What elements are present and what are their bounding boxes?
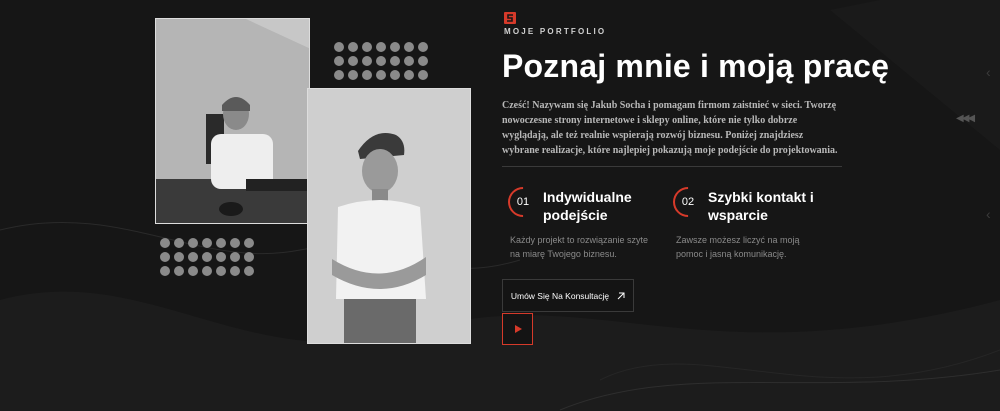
decorative-dot-grid-bottom <box>160 238 254 276</box>
arrow-up-right-icon <box>617 292 625 299</box>
decorative-chevron-icon: ‹ <box>986 64 991 80</box>
divider <box>502 166 842 167</box>
portfolio-photo-desk <box>155 18 310 224</box>
s-logo-icon <box>504 12 516 24</box>
play-icon <box>514 325 522 333</box>
decorative-dot-grid-top <box>334 42 428 80</box>
feature-title-line: wsparcie <box>708 207 768 223</box>
section-eyebrow: MOJE PORTFOLIO <box>504 27 607 36</box>
feature-title: Indywidualne podejście <box>543 188 632 224</box>
portfolio-photo-portrait <box>307 88 471 344</box>
feature-title-line: Indywidualne <box>543 189 632 205</box>
consultation-button-label: Umów Się Na Konsultację <box>510 290 610 301</box>
feature-title: Szybki kontakt i wsparcie <box>708 188 814 224</box>
consultation-button[interactable]: Umów Się Na Konsultację <box>502 279 634 312</box>
feature-number: 02 <box>681 196 695 208</box>
intro-text: Cześć! Nazywam się Jakub Socha i pomagam… <box>502 100 838 156</box>
play-video-button[interactable] <box>502 313 533 345</box>
decorative-chevron-icon: ‹ <box>986 206 991 222</box>
feature-title-line: podejście <box>543 207 608 223</box>
feature-number: 01 <box>516 196 530 208</box>
page-title: Poznaj mnie i moją pracę <box>502 48 890 84</box>
feature-description: Zawsze możesz liczyć na moją pomoc i jas… <box>676 235 800 259</box>
feature-description: Każdy projekt to rozwiązanie szyte na mi… <box>510 235 649 259</box>
feature-title-line: Szybki kontakt i <box>708 189 814 205</box>
decorative-arrows-icon: ◀◀◀ <box>956 113 975 124</box>
